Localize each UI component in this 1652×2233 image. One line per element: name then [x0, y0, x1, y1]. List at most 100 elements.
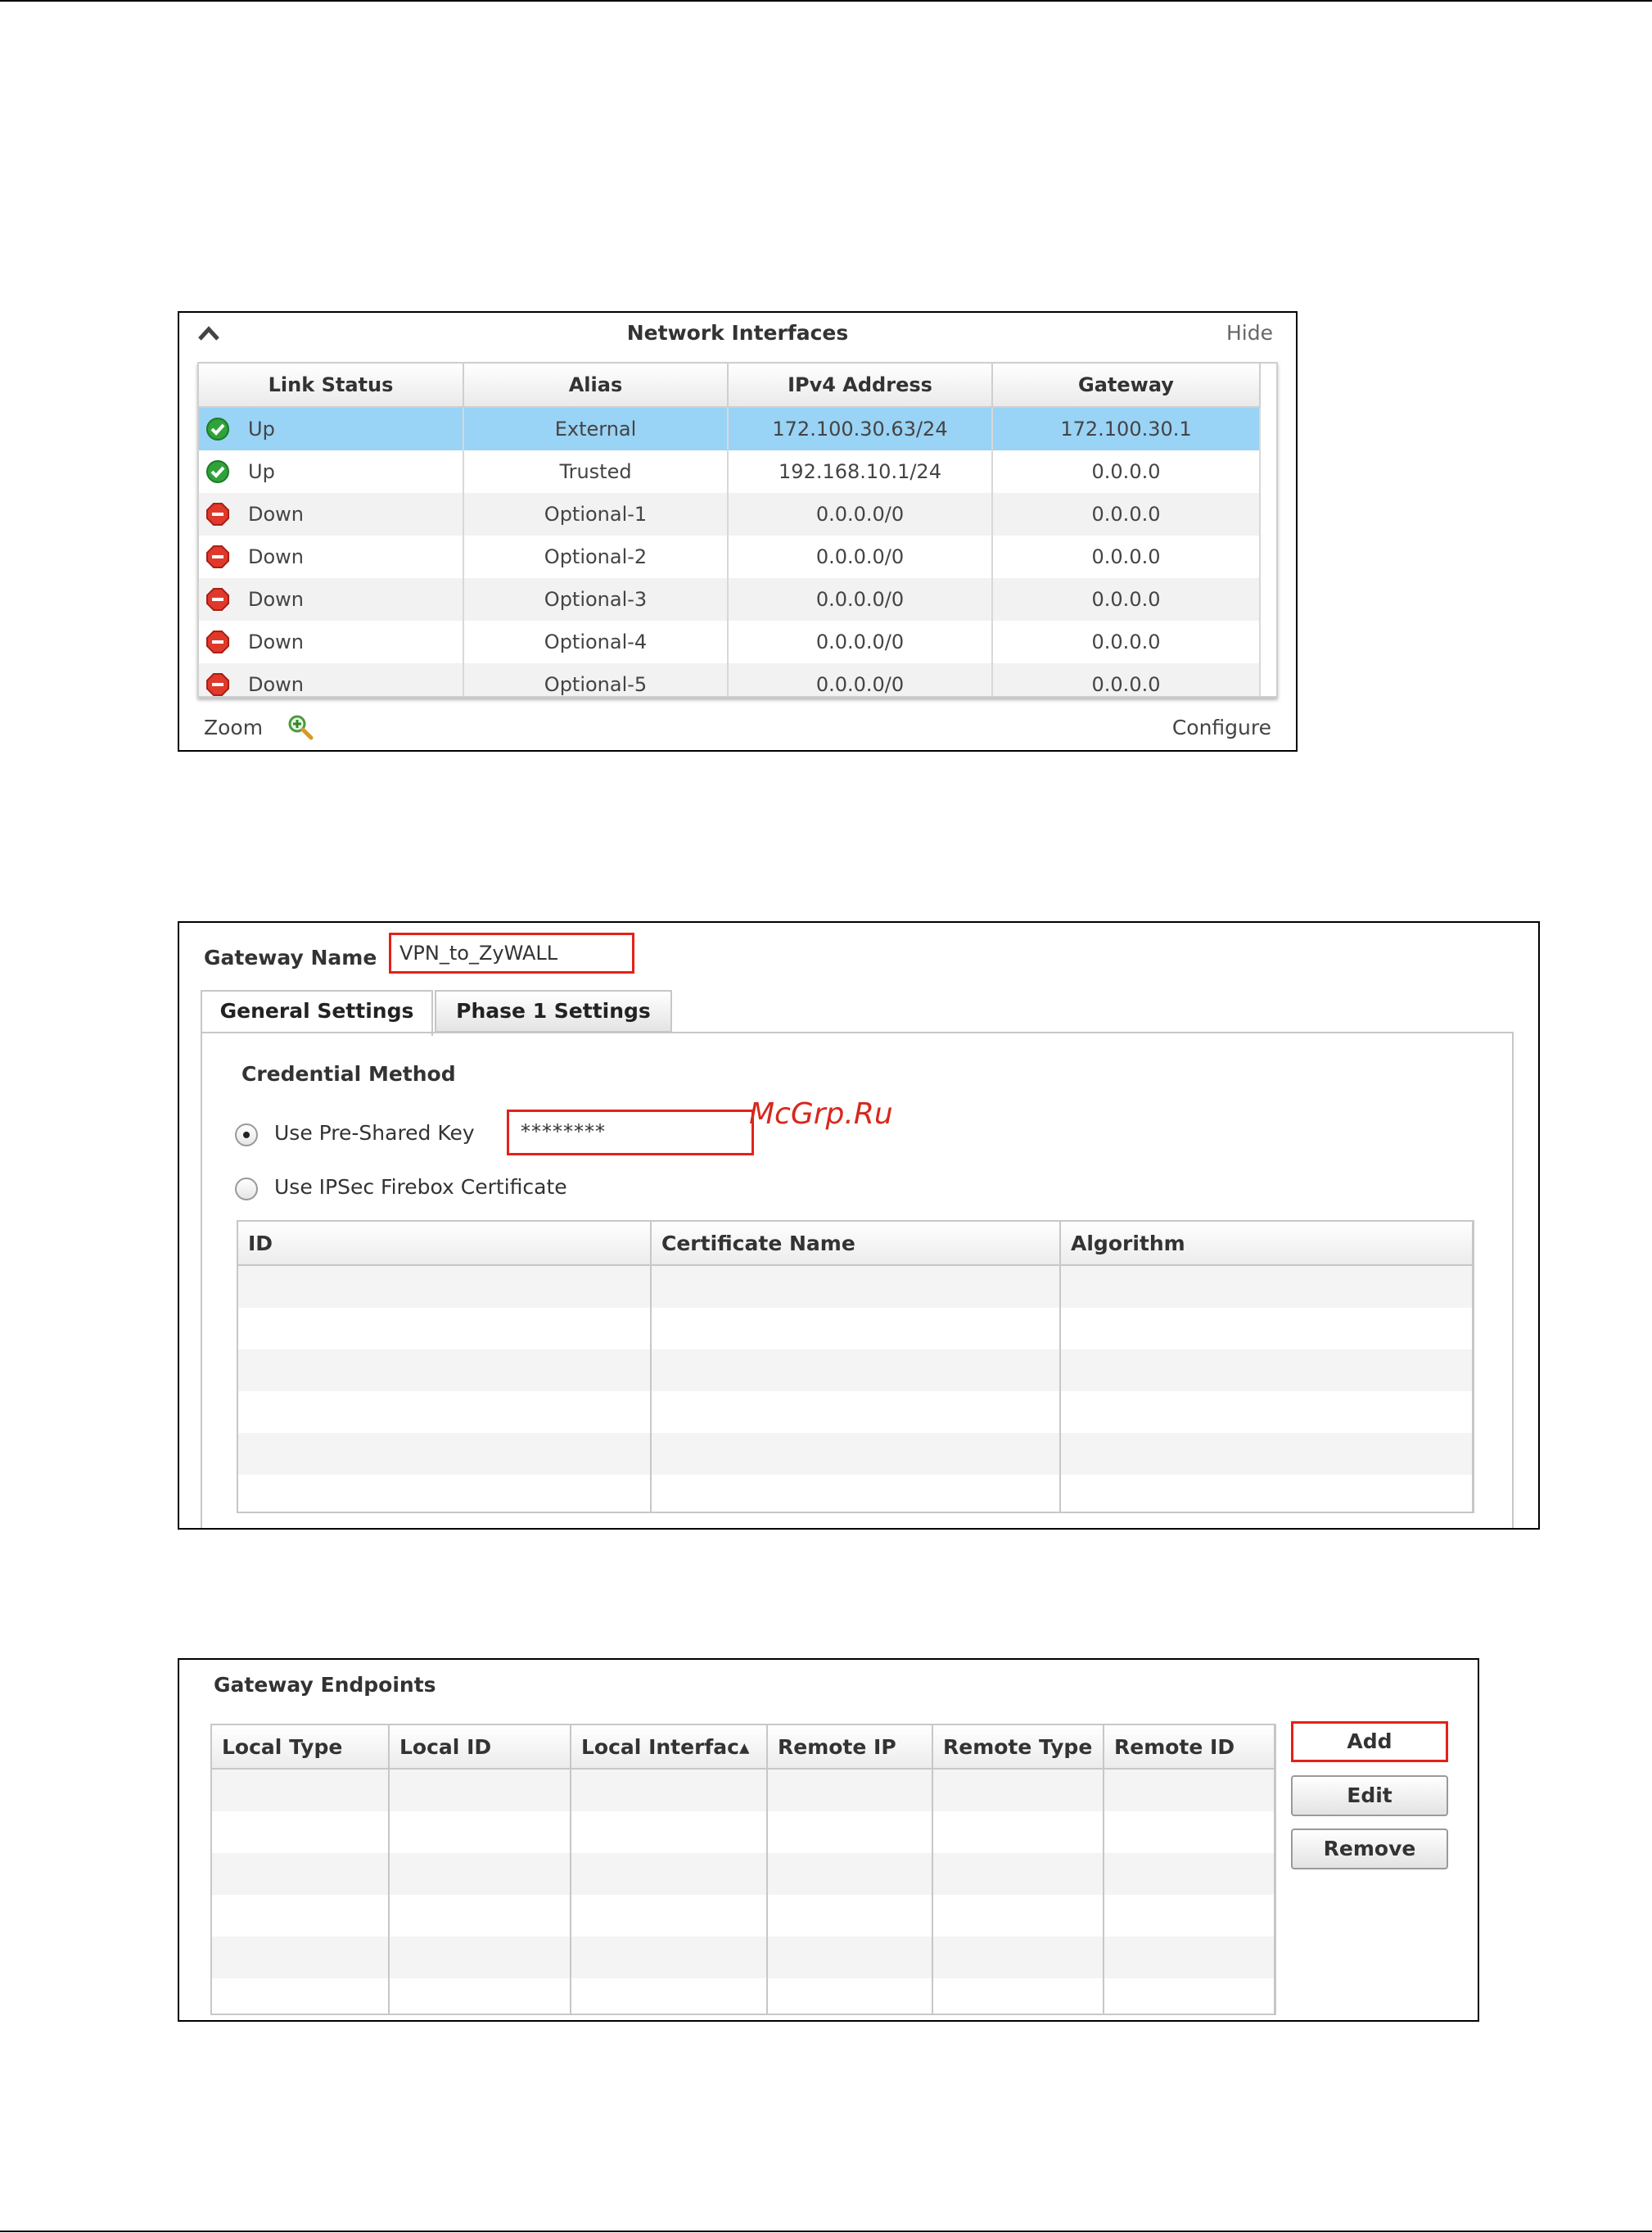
- column-header[interactable]: Alias: [463, 364, 729, 408]
- ipv4-cell: 0.0.0.0/0: [728, 493, 993, 536]
- link-status-text: Down: [248, 503, 305, 526]
- remove-button[interactable]: Remove: [1291, 1828, 1448, 1869]
- empty-cell: [1104, 1769, 1275, 1811]
- tab-phase1-settings[interactable]: Phase 1 Settings: [435, 990, 672, 1033]
- table-row[interactable]: [212, 1895, 1275, 1937]
- zoom-label[interactable]: Zoom: [204, 716, 263, 739]
- column-header[interactable]: Algorithm: [1060, 1222, 1473, 1266]
- empty-cell: [932, 1978, 1104, 2014]
- alias-cell: Optional-2: [463, 536, 729, 578]
- table-row[interactable]: [238, 1265, 1473, 1308]
- column-header[interactable]: Remote IP: [767, 1725, 933, 1770]
- column-header[interactable]: Local Interfac▴: [571, 1725, 768, 1770]
- empty-cell: [571, 1811, 768, 1853]
- empty-cell: [767, 1811, 933, 1853]
- empty-cell: [238, 1265, 652, 1308]
- column-header[interactable]: Gateway: [992, 364, 1261, 408]
- link-status-cell: Up: [199, 407, 464, 450]
- empty-cell: [212, 1853, 390, 1895]
- table-row[interactable]: [238, 1391, 1473, 1433]
- gateway-cell: 0.0.0.0: [992, 450, 1261, 493]
- psk-radio[interactable]: [235, 1123, 258, 1146]
- edit-button[interactable]: Edit: [1291, 1775, 1448, 1816]
- empty-cell: [932, 1937, 1104, 1978]
- column-header[interactable]: Remote Type: [932, 1725, 1104, 1770]
- column-header[interactable]: ID: [238, 1222, 652, 1266]
- zoom-in-icon[interactable]: [286, 712, 315, 742]
- table-row[interactable]: Up Trusted 192.168.10.1/24 0.0.0.0: [199, 450, 1261, 493]
- empty-cell: [212, 1978, 390, 2014]
- empty-cell: [238, 1391, 652, 1433]
- column-header[interactable]: IPv4 Address: [728, 364, 993, 408]
- pre-shared-key-input[interactable]: ********: [507, 1110, 754, 1155]
- table-row[interactable]: Up External 172.100.30.63/24 172.100.30.1: [199, 407, 1261, 450]
- add-button[interactable]: Add: [1291, 1721, 1448, 1762]
- certificate-radio[interactable]: [235, 1178, 258, 1200]
- table-row[interactable]: [212, 1769, 1275, 1811]
- empty-cell: [212, 1937, 390, 1978]
- table-row[interactable]: [238, 1475, 1473, 1512]
- link-status-text: Down: [248, 673, 305, 696]
- certificate-table: ID Certificate Name Algorithm: [237, 1220, 1474, 1513]
- link-status-text: Up: [248, 418, 275, 441]
- link-status-text: Down: [248, 545, 305, 568]
- ipv4-cell: 192.168.10.1/24: [728, 450, 993, 493]
- empty-cell: [767, 1769, 933, 1811]
- link-status-cell: Up: [199, 450, 464, 493]
- stop-sign-icon: [206, 503, 229, 526]
- interfaces-table: Link Status Alias IPv4 Address Gateway U…: [197, 362, 1278, 698]
- empty-cell: [767, 1853, 933, 1895]
- empty-cell: [389, 1895, 571, 1937]
- table-row[interactable]: [238, 1433, 1473, 1475]
- table-row[interactable]: Down Optional-1 0.0.0.0/0 0.0.0.0: [199, 493, 1261, 536]
- empty-cell: [571, 1769, 768, 1811]
- column-header[interactable]: Link Status: [199, 364, 464, 408]
- empty-cell: [651, 1475, 1061, 1512]
- table-row[interactable]: [212, 1937, 1275, 1978]
- configure-link[interactable]: Configure: [1172, 716, 1271, 739]
- gateway-endpoints-panel: Gateway Endpoints Local Type Local ID Lo…: [178, 1658, 1479, 2022]
- table-row[interactable]: Down Optional-3 0.0.0.0/0 0.0.0.0: [199, 578, 1261, 621]
- check-circle-icon: [206, 418, 229, 441]
- empty-cell: [389, 1769, 571, 1811]
- hide-link[interactable]: Hide: [1226, 321, 1273, 345]
- empty-cell: [1060, 1433, 1473, 1475]
- psk-radio-label[interactable]: Use Pre-Shared Key: [274, 1121, 475, 1145]
- empty-cell: [571, 1853, 768, 1895]
- watermark: McGrp.Ru: [749, 1097, 893, 1131]
- network-interfaces-panel: Network Interfaces Hide Link Status Alia…: [178, 311, 1298, 752]
- check-circle-icon: [206, 460, 229, 483]
- empty-cell: [651, 1391, 1061, 1433]
- gateway-cell: 172.100.30.1: [992, 407, 1261, 450]
- table-row[interactable]: Down Optional-2 0.0.0.0/0 0.0.0.0: [199, 536, 1261, 578]
- tab-general-settings[interactable]: General Settings: [201, 990, 433, 1036]
- link-status-cell: Down: [199, 663, 464, 696]
- link-status-text: Down: [248, 631, 305, 653]
- column-header[interactable]: Local Type: [212, 1725, 390, 1770]
- table-row[interactable]: [238, 1349, 1473, 1391]
- empty-cell: [1060, 1349, 1473, 1391]
- empty-cell: [1104, 1853, 1275, 1895]
- gateway-name-label: Gateway Name: [204, 946, 377, 970]
- table-row[interactable]: Down Optional-4 0.0.0.0/0 0.0.0.0: [199, 621, 1261, 663]
- table-row[interactable]: [212, 1811, 1275, 1853]
- column-header[interactable]: Certificate Name: [651, 1222, 1061, 1266]
- endpoints-table: Local Type Local ID Local Interfac▴ Remo…: [210, 1724, 1276, 2015]
- table-row[interactable]: [212, 1978, 1275, 2014]
- stop-sign-icon: [206, 631, 229, 653]
- empty-cell: [651, 1433, 1061, 1475]
- alias-cell: Optional-3: [463, 578, 729, 621]
- gateway-name-input[interactable]: VPN_to_ZyWALL: [389, 933, 634, 974]
- column-header[interactable]: Remote ID: [1104, 1725, 1275, 1770]
- table-row[interactable]: [212, 1853, 1275, 1895]
- empty-cell: [651, 1265, 1061, 1308]
- empty-cell: [571, 1937, 768, 1978]
- certificate-radio-label[interactable]: Use IPSec Firebox Certificate: [274, 1175, 567, 1199]
- table-row[interactable]: Down Optional-5 0.0.0.0/0 0.0.0.0: [199, 663, 1261, 696]
- top-rule: [0, 0, 1652, 2]
- column-header[interactable]: Local ID: [389, 1725, 571, 1770]
- ipv4-cell: 0.0.0.0/0: [728, 663, 993, 696]
- empty-cell: [1060, 1391, 1473, 1433]
- radio-selected-dot: [243, 1132, 250, 1138]
- table-row[interactable]: [238, 1308, 1473, 1349]
